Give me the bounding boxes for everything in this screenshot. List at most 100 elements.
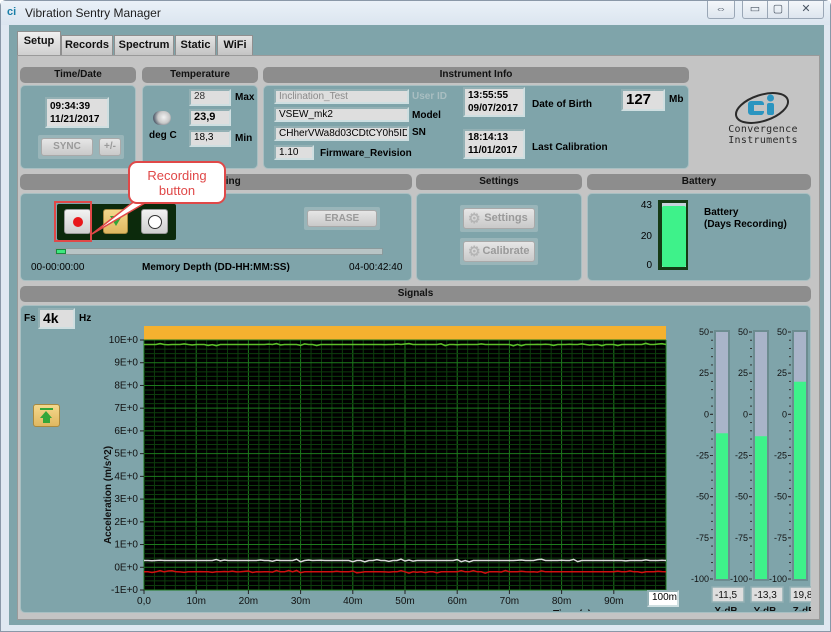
sample-rate-field[interactable]: 4k	[38, 308, 75, 329]
acceleration-chart: 10E+0 9E+0 8E+0 7E+0 6E+0 5E+0 4E+0 3E+0 2E+0 1E+…	[103, 326, 679, 611]
setup-page: Time/Date 09:34:39 11/21/2017 SYNC +/- T…	[17, 55, 820, 620]
x-tick-label: 50m	[395, 596, 414, 607]
y-tick-label: 7E+0	[114, 403, 138, 414]
meter-value-y-db: -13,3	[754, 590, 777, 601]
x-tick-label: 90m	[604, 596, 623, 607]
tab-records[interactable]: Records	[61, 35, 113, 55]
x-tick-label: 20m	[239, 596, 258, 607]
battery-tick-20: 20	[641, 231, 653, 242]
settings-button[interactable]: ⚙ Settings	[463, 208, 535, 229]
x-tick-label: 40m	[343, 596, 362, 607]
meter-tick-label: -25	[696, 451, 709, 461]
date-of-birth-label: Date of Birth	[532, 99, 592, 110]
battery-level-fill	[662, 205, 686, 267]
meter-tick-label: 25	[738, 368, 748, 378]
logo-line-2: Instruments	[728, 135, 798, 146]
meter-tick-label: -75	[735, 533, 748, 543]
meter-label-x-db: X-dB	[714, 606, 737, 611]
y-tick-label: 0E+0	[114, 562, 138, 573]
x-tick-label: 0,0	[137, 596, 151, 607]
timezone-adjust-button[interactable]: +/-	[99, 138, 121, 156]
tab-wifi[interactable]: WiFi	[217, 35, 253, 55]
meter-tick-label: -50	[696, 492, 709, 502]
upload-arrow-icon	[40, 411, 52, 418]
signals-header: Signals	[20, 286, 811, 302]
memory-end-label: 04-00:42:40	[349, 262, 403, 273]
meter-tick-label: 0	[782, 409, 787, 419]
upload-button[interactable]	[33, 404, 60, 427]
meter-tick-label: -75	[774, 533, 787, 543]
serial-number-field: CHherVWa8d03CDtCY0h5ID	[274, 126, 409, 141]
battery-label: Battery (Days Recording)	[704, 207, 787, 230]
maximize-button[interactable]: ▢	[767, 1, 789, 19]
y-tick-label: 8E+0	[114, 380, 138, 391]
meter-tick-label: -100	[691, 574, 709, 584]
x-tick-label: 10m	[186, 596, 205, 607]
db-meters: 50 25 0 -25 -50 -75 -100 -11,5 X-dB 50 25 0 -25 -50 -7…	[691, 327, 811, 611]
date-of-birth-field: 13:55:55 09/07/2017	[463, 87, 525, 117]
x-axis-label: Time (s)	[553, 609, 591, 611]
user-id-field[interactable]: Inclination_Test	[274, 89, 409, 104]
meter-value-x-db: -11,5	[715, 590, 737, 601]
maximize-icon: ▢	[772, 3, 784, 15]
client-area: Setup Records Spectrum Static WiFi Time/…	[9, 25, 824, 625]
temp-unit-label: deg C	[149, 130, 177, 141]
meter-tick-label: 0	[743, 409, 748, 419]
calibrate-button[interactable]: ⚙ Calibrate	[463, 241, 535, 262]
fs-label: Fs	[24, 313, 36, 324]
instrument-info-header: Instrument Info	[263, 67, 689, 83]
tab-spectrum[interactable]: Spectrum	[114, 35, 174, 55]
battery-tick-43: 43	[641, 200, 653, 211]
tab-static[interactable]: Static	[175, 35, 216, 55]
meter-tick-label: -100	[730, 574, 748, 584]
meter-bar-x-db	[716, 433, 728, 579]
meter-tick-label: 50	[777, 327, 787, 337]
temp-min-label: Min	[235, 133, 253, 144]
ci-logo-icon	[735, 92, 789, 124]
unit-toggle-switch[interactable]	[153, 111, 171, 125]
close-icon: ✕	[801, 3, 811, 15]
signals-panel: Fs 4k Hz 10E+0 9E+0 8E+0 7E+0 6E+0 5E+0 4E+0 3E…	[20, 305, 811, 613]
x-tick-label: 70m	[500, 596, 519, 607]
window-title: Vibration Sentry Manager	[25, 6, 161, 20]
meter-label-z-db: Z-dB	[793, 606, 811, 611]
logo-line-1: Convergence	[728, 124, 798, 135]
memory-depth-bar	[55, 248, 383, 255]
y-tick-label: 9E+0	[114, 358, 138, 369]
recording-callout: Recording button	[128, 161, 226, 204]
user-id-label: User ID	[412, 91, 448, 102]
y-tick-label: -1E+0	[111, 585, 138, 596]
memory-depth-label: Memory Depth (DD-HH:MM:SS)	[142, 262, 290, 273]
battery-tick-0: 0	[646, 260, 652, 271]
tab-setup[interactable]: Setup	[17, 31, 61, 55]
restore-size-button[interactable]: ⇔	[707, 1, 735, 19]
y-tick-label: 10E+0	[109, 335, 139, 346]
y-tick-label: 2E+0	[114, 517, 138, 528]
convergence-logo: Convergence Instruments	[718, 78, 808, 158]
close-button[interactable]: ✕	[788, 1, 824, 19]
sync-button[interactable]: SYNC	[41, 138, 93, 156]
model-field: VSEW_mk2	[274, 107, 409, 122]
battery-gauge: 43 20 0	[641, 200, 688, 271]
temp-current-field: 23,9	[189, 109, 231, 126]
battery-panel: 43 20 0 Battery (Days Recording)	[587, 193, 811, 281]
time-window-field[interactable]: 100m	[647, 590, 679, 607]
meter-value-z-db: 19,8	[793, 590, 811, 601]
y-tick-label: 6E+0	[114, 426, 138, 437]
erase-button[interactable]: ERASE	[307, 210, 377, 227]
meter-tick-label: 50	[699, 327, 709, 337]
last-calibration-field: 18:14:13 11/01/2017	[463, 129, 525, 159]
temperature-panel: 28 Max 23,9 18,3 Min deg C	[142, 85, 258, 169]
meter-tick-label: -25	[735, 451, 748, 461]
firmware-field: 1.10	[274, 145, 314, 160]
meter-tick-label: -75	[696, 533, 709, 543]
serial-number-label: SN	[412, 127, 426, 138]
temp-max-label: Max	[235, 92, 255, 103]
meter-tick-label: -50	[774, 492, 787, 502]
gear-icon: ⚙	[468, 243, 481, 259]
y-axis-label: Acceleration (m/s^2)	[103, 446, 114, 544]
minimize-button[interactable]: ▭	[742, 1, 768, 19]
temp-max-field: 28	[189, 89, 231, 106]
y-tick-label: 3E+0	[114, 494, 138, 505]
time-date-header: Time/Date	[20, 67, 136, 83]
